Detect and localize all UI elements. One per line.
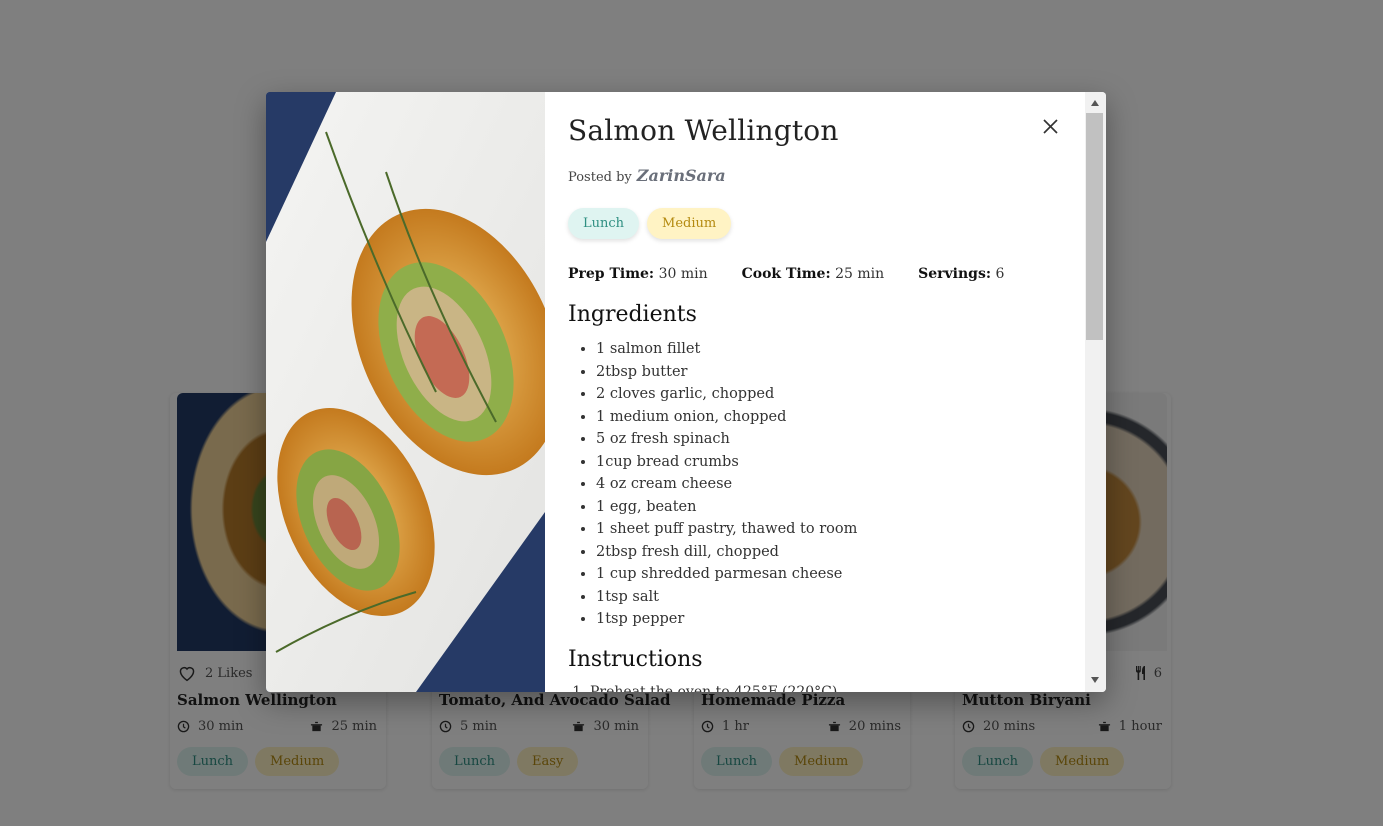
scroll-down-icon[interactable] — [1085, 672, 1104, 688]
recipe-times: Prep Time: 30 min Cook Time: 25 min Serv… — [568, 266, 1004, 282]
prep-time-label: Prep Time: — [568, 266, 655, 282]
cook-time-value: 25 min — [835, 266, 885, 282]
instructions-list: Preheat the oven to 425°F (220°C) — [590, 684, 837, 692]
ingredient-item: 1cup bread crumbs — [596, 451, 857, 474]
ingredient-item: 2tbsp fresh dill, chopped — [596, 541, 857, 564]
prep-time: Prep Time: 30 min — [568, 266, 708, 282]
posted-by: Posted by ZarinSara — [568, 166, 726, 185]
ingredient-item: 1tsp salt — [596, 586, 857, 609]
ingredients-list: 1 salmon fillet 2tbsp butter 2 cloves ga… — [596, 338, 857, 631]
ingredient-item: 1 cup shredded parmesan cheese — [596, 563, 857, 586]
instructions-heading: Instructions — [568, 647, 703, 672]
recipe-title: Salmon Wellington — [568, 114, 839, 147]
ingredient-item: 1 salmon fillet — [596, 338, 857, 361]
close-icon[interactable] — [1039, 115, 1061, 137]
ingredient-item: 4 oz cream cheese — [596, 473, 857, 496]
cook-time-label: Cook Time: — [741, 266, 831, 282]
ingredient-item: 1tsp pepper — [596, 608, 857, 631]
ingredient-item: 5 oz fresh spinach — [596, 428, 857, 451]
posted-by-label: Posted by — [568, 170, 632, 185]
recipe-tags: Lunch Medium — [568, 208, 732, 239]
ingredient-item: 2tbsp butter — [596, 361, 857, 384]
ingredient-item: 1 egg, beaten — [596, 496, 857, 519]
instruction-item: Preheat the oven to 425°F (220°C) — [590, 684, 837, 692]
author-name[interactable]: ZarinSara — [637, 166, 726, 185]
cook-time: Cook Time: 25 min — [742, 266, 885, 282]
prep-time-value: 30 min — [658, 266, 708, 282]
ingredient-item: 1 medium onion, chopped — [596, 406, 857, 429]
recipe-modal: Salmon Wellington Posted by ZarinSara Lu… — [266, 92, 1106, 692]
tag-difficulty[interactable]: Medium — [647, 208, 732, 239]
scroll-thumb[interactable] — [1086, 113, 1103, 340]
servings-value: 6 — [995, 266, 1005, 282]
ingredients-heading: Ingredients — [568, 302, 697, 327]
recipe-details: Salmon Wellington Posted by ZarinSara Lu… — [545, 92, 1085, 692]
ingredient-item: 1 sheet puff pastry, thawed to room — [596, 518, 857, 541]
servings: Servings: 6 — [918, 266, 1004, 282]
tag-lunch[interactable]: Lunch — [568, 208, 640, 239]
modal-scrollbar[interactable] — [1085, 92, 1106, 692]
scroll-up-icon[interactable] — [1085, 95, 1104, 111]
recipe-photo — [266, 92, 545, 692]
servings-label: Servings: — [918, 266, 992, 282]
ingredient-item: 2 cloves garlic, chopped — [596, 383, 857, 406]
